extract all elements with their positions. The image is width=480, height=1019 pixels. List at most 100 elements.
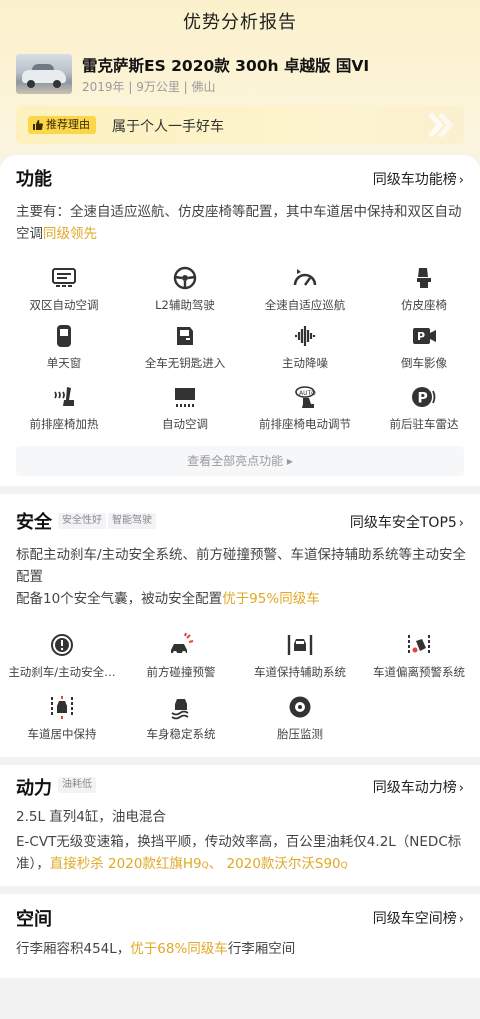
lane-keep-icon: [287, 635, 313, 655]
sunroof-icon: [57, 325, 71, 347]
feature-item[interactable]: 全速自适应巡航: [245, 265, 365, 313]
feature-item-label: 双区自动空调: [29, 298, 99, 312]
power-transmission-line: E-CVT无级变速箱，换挡平顺，传动效率高，百公里油耗仅4.2L（NEDC标准）…: [16, 831, 468, 877]
space-title: 空间: [16, 909, 52, 930]
space-trunk-text: 行李厢容积454L，: [16, 941, 131, 957]
feature-item-label: 全速自适应巡航: [264, 298, 346, 312]
safety-item-label: 车身稳定系统: [146, 727, 216, 741]
feature-item[interactable]: 主动降噪: [245, 323, 365, 371]
stability-icon: [171, 699, 189, 720]
safety-item-label: 车道居中保持: [27, 727, 97, 741]
seat-icon: [417, 268, 431, 288]
chevron-right-icon: ›: [458, 173, 464, 188]
features-description: 主要有：全速自适应巡航、仿皮座椅等配置，其中车道居中保持和双区自动空调同级领先: [16, 201, 468, 245]
safety-chip-2: 智能驾驶: [108, 513, 156, 529]
safety-section: 安全 安全性好 智能驾驶 同级车安全TOP5 › 标配主动刹车/主动安全系统、前方…: [0, 494, 480, 757]
space-rank-label: 同级车空间榜: [372, 911, 457, 927]
decorative-chevrons-icon: [428, 112, 454, 138]
svg-text:P: P: [418, 391, 428, 407]
power-engine-line: 2.5L 直列4缸，油电混合: [16, 809, 166, 825]
active-brake-icon: [51, 634, 73, 656]
svg-text:AUTO: AUTO: [299, 390, 316, 397]
power-title: 动力: [16, 778, 52, 799]
space-section: 空间 同级车空间榜 › 行李厢容积454L，优于68%同级车行李厢空间: [0, 894, 480, 978]
features-rank-link[interactable]: 同级车功能榜 ›: [373, 169, 464, 189]
lane-departure-icon: [408, 635, 430, 655]
chevron-right-icon: ›: [458, 516, 464, 531]
safety-rank-link[interactable]: 同级车安全TOP5 ›: [350, 512, 464, 532]
parking-radar-icon: P: [412, 387, 436, 407]
space-trunk-suffix: 行李厢空间: [227, 941, 296, 957]
feature-item-label: 主动降噪: [282, 356, 328, 370]
recommend-reason-tag-label: 推荐理由: [46, 118, 90, 131]
car-thumbnail: [16, 54, 72, 94]
features-title: 功能: [16, 169, 52, 190]
feature-item[interactable]: P 前后驻车雷达: [364, 384, 480, 432]
safety-airbag-highlight: 优于95%同级车: [222, 591, 320, 607]
space-rank-link[interactable]: 同级车空间榜 ›: [373, 908, 464, 928]
sound-wave-icon: [295, 326, 316, 346]
feature-item[interactable]: 仿皮座椅: [364, 265, 480, 313]
recommend-reason-tag: 推荐理由: [28, 116, 96, 134]
safety-chip-1: 安全性好: [58, 513, 106, 529]
feature-item-label: 前后驻车雷达: [389, 417, 459, 431]
safety-airbag-line: 配备10个安全气囊，被动安全配置优于95%同级车: [16, 588, 468, 610]
safety-item[interactable]: 车身稳定系统: [121, 694, 241, 742]
feature-item[interactable]: L2辅助驾驶: [125, 265, 245, 313]
safety-item[interactable]: 车道居中保持: [2, 694, 122, 742]
feature-item[interactable]: 单天窗: [4, 323, 124, 371]
safety-title: 安全: [16, 512, 52, 533]
feature-item-label: 单天窗: [46, 356, 82, 370]
safety-airbag-text: 配备10个安全气囊，被动安全配置: [16, 591, 223, 607]
steering-wheel-icon: [173, 266, 197, 290]
safety-item[interactable]: 车道保持辅助系统: [240, 632, 360, 680]
feature-item-label: 倒车影像: [401, 356, 447, 370]
tire-pressure-icon: [289, 696, 311, 718]
features-section: 功能 同级车功能榜 › 主要有：全速自适应巡航、仿皮座椅等配置，其中车道居中保持和…: [0, 155, 480, 486]
space-trunk-line: 行李厢容积454L，优于68%同级车行李厢空间: [16, 938, 468, 960]
feature-item[interactable]: 前排座椅加热: [4, 384, 124, 432]
feature-item-label: 仿皮座椅: [401, 298, 447, 312]
compare-link-volvo-label: 2020款沃尔沃S90: [226, 856, 341, 872]
play-arrow-icon: ▸: [286, 454, 293, 468]
feature-item[interactable]: AUTO 前排座椅电动调节: [245, 384, 365, 432]
feature-item-label: 全车无钥匙进入: [144, 356, 226, 370]
chevron-right-icon: ›: [458, 781, 464, 796]
power-section: 动力 油耗低 同级车动力榜 › 2.5L 直列4缸，油电混合 E-CVT无级变速箱…: [0, 765, 480, 886]
dual-zone-ac-icon: [52, 268, 76, 287]
power-rank-link[interactable]: 同级车动力榜 ›: [373, 777, 464, 797]
space-trunk-highlight: 优于68%同级车: [130, 941, 228, 957]
safety-item[interactable]: 胎压监测: [240, 694, 360, 742]
chevron-right-icon: ›: [458, 912, 464, 927]
safety-item-label: 前方碰撞预警: [146, 665, 216, 679]
compare-link-volvo[interactable]: 2020款沃尔沃S90Q: [227, 856, 348, 872]
feature-item[interactable]: 自动空调: [125, 384, 245, 432]
features-desc-highlight: 同级领先: [43, 226, 97, 242]
compare-separator: 、: [208, 856, 223, 872]
safety-rank-label: 同级车安全TOP5: [349, 515, 457, 531]
feature-item[interactable]: P 倒车影像: [364, 323, 480, 371]
auto-ac-icon: [175, 388, 195, 407]
power-highlight: 直接秒杀: [49, 856, 104, 872]
reverse-camera-icon: P: [413, 328, 436, 344]
feature-item[interactable]: 全车无钥匙进入: [125, 323, 245, 371]
svg-text:P: P: [417, 330, 425, 343]
compare-link-hongqi[interactable]: 2020款红旗H9Q: [108, 856, 209, 872]
power-rank-label: 同级车动力榜: [372, 780, 457, 796]
view-all-features-button[interactable]: 查看全部亮点功能 ▸: [16, 446, 464, 476]
power-chip: 油耗低: [58, 777, 96, 793]
feature-item[interactable]: 双区自动空调: [4, 265, 124, 313]
car-summary[interactable]: 雷克萨斯ES 2020款 300h 卓越版 国VI 2019年 | 9万公里 |…: [16, 52, 464, 96]
search-icon: Q: [340, 861, 348, 871]
safety-item[interactable]: 车道偏离预警系统: [359, 632, 479, 680]
cruise-gauge-icon: [293, 269, 317, 286]
feature-item-label: 前排座椅加热: [29, 417, 99, 431]
thumbs-up-icon: [33, 120, 43, 130]
feature-item-label: 自动空调: [162, 417, 208, 431]
safety-item[interactable]: 前方碰撞预警: [121, 632, 241, 680]
view-all-label: 查看全部亮点功能: [187, 454, 284, 468]
features-rank-label: 同级车功能榜: [372, 172, 457, 188]
safety-item[interactable]: 主动刹车/主动安全…: [2, 632, 122, 680]
safety-item-label: 车道偏离预警系统: [373, 665, 465, 679]
lane-center-icon: [51, 696, 73, 719]
